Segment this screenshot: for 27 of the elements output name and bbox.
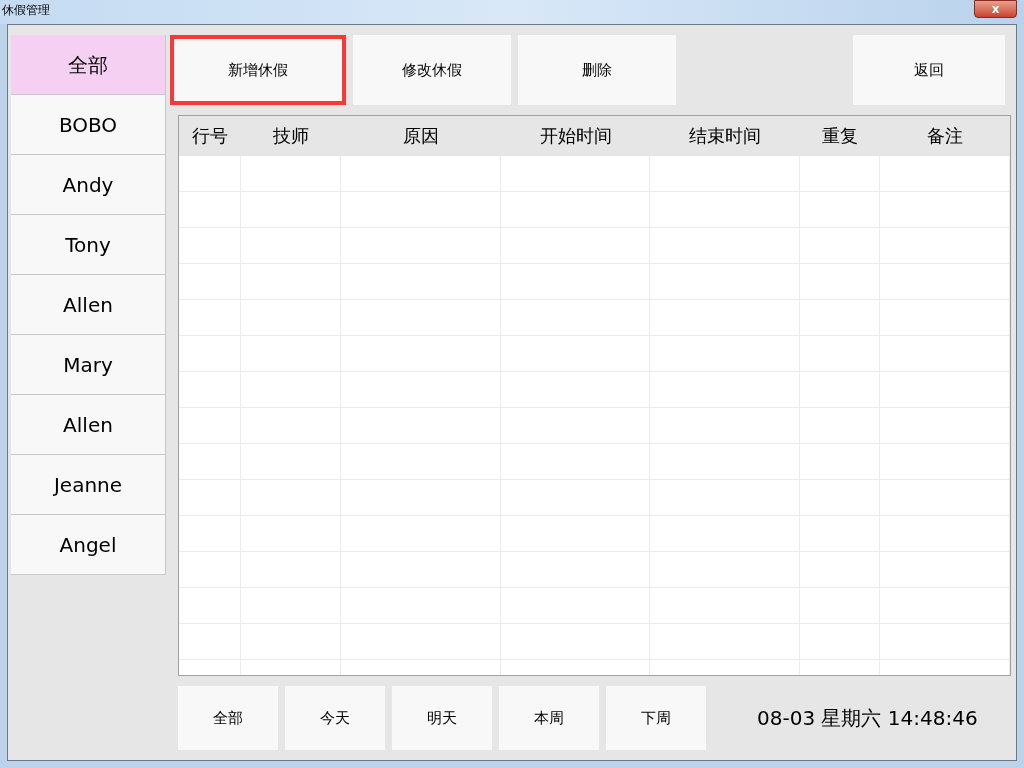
datetime-label: 08-03 星期六 14:48:46 — [757, 705, 978, 732]
toolbar-button[interactable]: 修改休假 — [353, 35, 511, 105]
technician-item[interactable]: Angel — [11, 515, 166, 575]
filter-button[interactable]: 下周 — [606, 686, 706, 750]
column-header: 重复 — [821, 124, 860, 148]
technician-item[interactable]: BOBO — [11, 95, 166, 155]
toolbar-button[interactable]: 新增休假 — [170, 35, 346, 105]
technician-item[interactable]: Allen — [11, 395, 166, 455]
technician-item[interactable]: Allen — [11, 275, 166, 335]
technician-item[interactable]: 全部 — [11, 35, 166, 95]
column-header: 行号 — [190, 124, 229, 148]
filter-button[interactable]: 今天 — [285, 686, 385, 750]
technician-item[interactable]: Andy — [11, 155, 166, 215]
filter-button[interactable]: 明天 — [392, 686, 492, 750]
technician-item[interactable]: Mary — [11, 335, 166, 395]
column-header: 备注 — [926, 124, 965, 148]
technician-item[interactable]: Jeanne — [11, 455, 166, 515]
toolbar-button[interactable]: 删除 — [518, 35, 676, 105]
technician-item[interactable]: Tony — [11, 215, 166, 275]
column-header: 技师 — [271, 124, 310, 148]
window-title: 休假管理 — [2, 2, 50, 19]
column-header: 结束时间 — [688, 124, 763, 148]
back-button[interactable]: 返回 — [853, 35, 1005, 105]
column-header: 开始时间 — [538, 124, 613, 148]
column-header: 原因 — [401, 124, 440, 148]
filter-button[interactable]: 全部 — [178, 686, 278, 750]
filter-button[interactable]: 本周 — [499, 686, 599, 750]
